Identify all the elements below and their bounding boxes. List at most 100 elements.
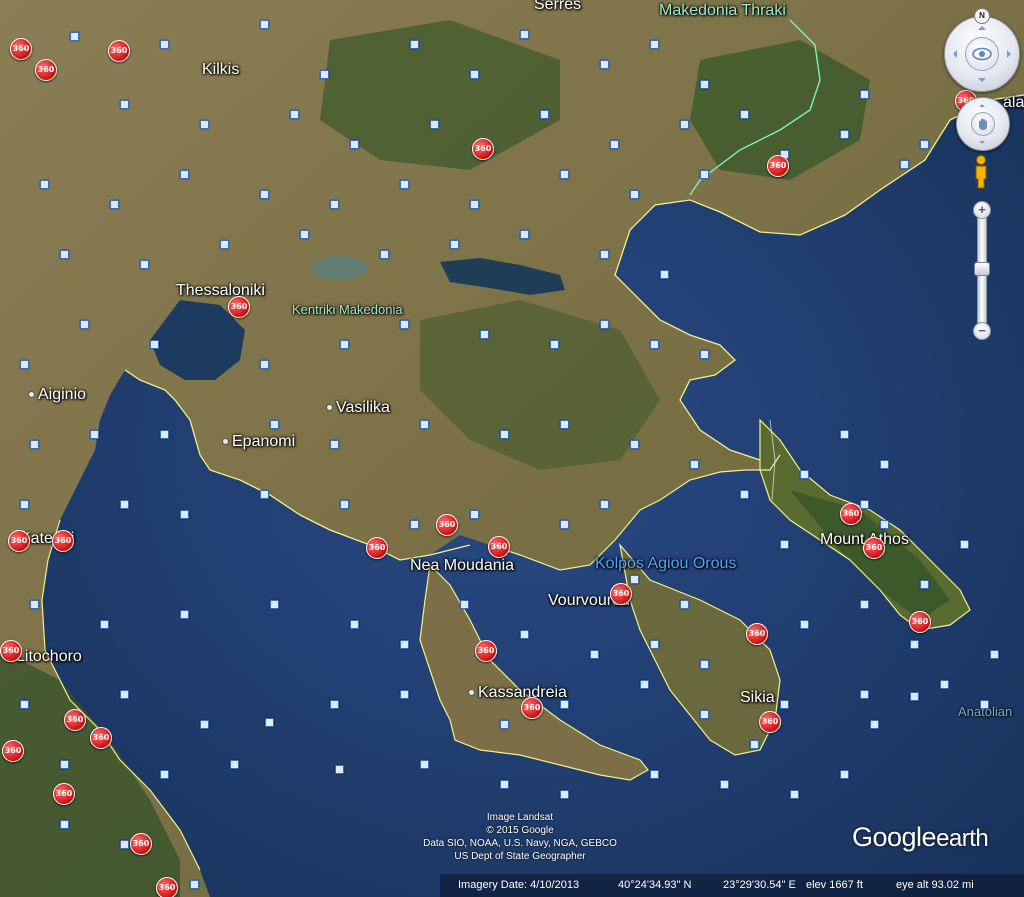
photo-icon[interactable] <box>500 430 509 439</box>
photo-icon[interactable] <box>340 340 349 349</box>
photo-icon[interactable] <box>190 880 199 889</box>
photo-icon[interactable] <box>90 430 99 439</box>
photo-icon[interactable] <box>470 510 479 519</box>
place-kilkis[interactable]: Kilkis <box>202 61 239 79</box>
place-thessaloniki[interactable]: Thessaloniki <box>176 282 265 300</box>
panorama-360-icon[interactable]: 360 <box>0 640 22 662</box>
photo-icon[interactable] <box>860 90 869 99</box>
pegman-icon[interactable] <box>973 155 989 189</box>
photo-icon[interactable] <box>270 600 279 609</box>
photo-icon[interactable] <box>70 32 79 41</box>
photo-icon[interactable] <box>550 340 559 349</box>
place-sikia[interactable]: Sikia <box>740 689 775 707</box>
photo-icon[interactable] <box>420 760 429 769</box>
photo-icon[interactable] <box>410 40 419 49</box>
panorama-360-icon[interactable]: 360 <box>130 833 152 855</box>
move-control[interactable] <box>956 97 1010 151</box>
photo-icon[interactable] <box>470 200 479 209</box>
zoom-in-button[interactable]: + <box>973 201 991 219</box>
photo-icon[interactable] <box>30 600 39 609</box>
look-eye-icon[interactable] <box>965 37 999 71</box>
panorama-360-icon[interactable]: 360 <box>746 623 768 645</box>
panorama-360-icon[interactable]: 360 <box>8 530 30 552</box>
photo-icon[interactable] <box>460 600 469 609</box>
photo-icon[interactable] <box>630 575 639 584</box>
photo-icon[interactable] <box>840 430 849 439</box>
photo-icon[interactable] <box>160 430 169 439</box>
photo-icon[interactable] <box>140 260 149 269</box>
photo-icon[interactable] <box>600 500 609 509</box>
place-litochoro[interactable]: Litochoro <box>16 648 82 666</box>
photo-icon[interactable] <box>520 30 529 39</box>
look-left-arrow[interactable] <box>949 50 957 58</box>
photo-icon[interactable] <box>160 40 169 49</box>
photo-icon[interactable] <box>150 340 159 349</box>
photo-icon[interactable] <box>60 250 69 259</box>
photo-icon[interactable] <box>630 190 639 199</box>
photo-icon[interactable] <box>860 690 869 699</box>
photo-icon[interactable] <box>700 660 709 669</box>
photo-icon[interactable] <box>520 230 529 239</box>
photo-icon[interactable] <box>410 520 419 529</box>
photo-icon[interactable] <box>600 320 609 329</box>
photo-icon[interactable] <box>400 690 409 699</box>
panorama-360-icon[interactable]: 360 <box>52 530 74 552</box>
photo-icon[interactable] <box>870 720 879 729</box>
photo-icon[interactable] <box>335 765 344 774</box>
photo-icon[interactable] <box>200 720 209 729</box>
photo-icon[interactable] <box>960 540 969 549</box>
north-indicator[interactable]: N <box>974 8 990 24</box>
photo-icon[interactable] <box>600 60 609 69</box>
photo-icon[interactable] <box>120 100 129 109</box>
photo-icon[interactable] <box>660 270 669 279</box>
look-right-arrow[interactable] <box>1007 50 1015 58</box>
photo-icon[interactable] <box>60 760 69 769</box>
photo-icon[interactable] <box>560 420 569 429</box>
photo-icon[interactable] <box>920 140 929 149</box>
panorama-360-icon[interactable]: 360 <box>863 537 885 559</box>
photo-icon[interactable] <box>120 500 129 509</box>
photo-icon[interactable] <box>480 330 489 339</box>
zoom-slider-thumb[interactable] <box>974 262 990 277</box>
photo-icon[interactable] <box>840 770 849 779</box>
photo-icon[interactable] <box>500 720 509 729</box>
photo-icon[interactable] <box>560 170 569 179</box>
photo-icon[interactable] <box>265 718 274 727</box>
photo-icon[interactable] <box>800 470 809 479</box>
photo-icon[interactable] <box>180 510 189 519</box>
photo-icon[interactable] <box>680 600 689 609</box>
photo-icon[interactable] <box>290 110 299 119</box>
photo-icon[interactable] <box>780 700 789 709</box>
photo-icon[interactable] <box>700 170 709 179</box>
move-hand-icon[interactable] <box>971 112 995 136</box>
photo-icon[interactable] <box>220 240 229 249</box>
photo-icon[interactable] <box>230 760 239 769</box>
photo-icon[interactable] <box>20 500 29 509</box>
photo-icon[interactable] <box>430 120 439 129</box>
panorama-360-icon[interactable]: 360 <box>521 697 543 719</box>
place-aiginio[interactable]: Aiginio <box>28 386 86 404</box>
photo-icon[interactable] <box>120 840 129 849</box>
photo-icon[interactable] <box>780 540 789 549</box>
photo-icon[interactable] <box>470 70 479 79</box>
photo-icon[interactable] <box>380 250 389 259</box>
photo-icon[interactable] <box>700 350 709 359</box>
photo-icon[interactable] <box>350 620 359 629</box>
photo-icon[interactable] <box>860 500 869 509</box>
photo-icon[interactable] <box>700 80 709 89</box>
photo-icon[interactable] <box>940 680 949 689</box>
place-kassandreia[interactable]: Kassandreia <box>468 684 567 702</box>
move-down-arrow[interactable] <box>979 141 985 147</box>
photo-icon[interactable] <box>260 190 269 199</box>
place-kolpos-agiou-orous[interactable]: Kolpos Agiou Orous <box>595 555 736 573</box>
photo-icon[interactable] <box>700 710 709 719</box>
place-epanomi[interactable]: Epanomi <box>222 433 295 451</box>
panorama-360-icon[interactable]: 360 <box>475 640 497 662</box>
photo-icon[interactable] <box>80 320 89 329</box>
photo-icon[interactable] <box>60 820 69 829</box>
photo-icon[interactable] <box>920 580 929 589</box>
panorama-360-icon[interactable]: 360 <box>64 709 86 731</box>
place-vasilika[interactable]: Vasilika <box>326 399 390 417</box>
panorama-360-icon[interactable]: 360 <box>909 611 931 633</box>
panorama-360-icon[interactable]: 360 <box>2 740 24 762</box>
